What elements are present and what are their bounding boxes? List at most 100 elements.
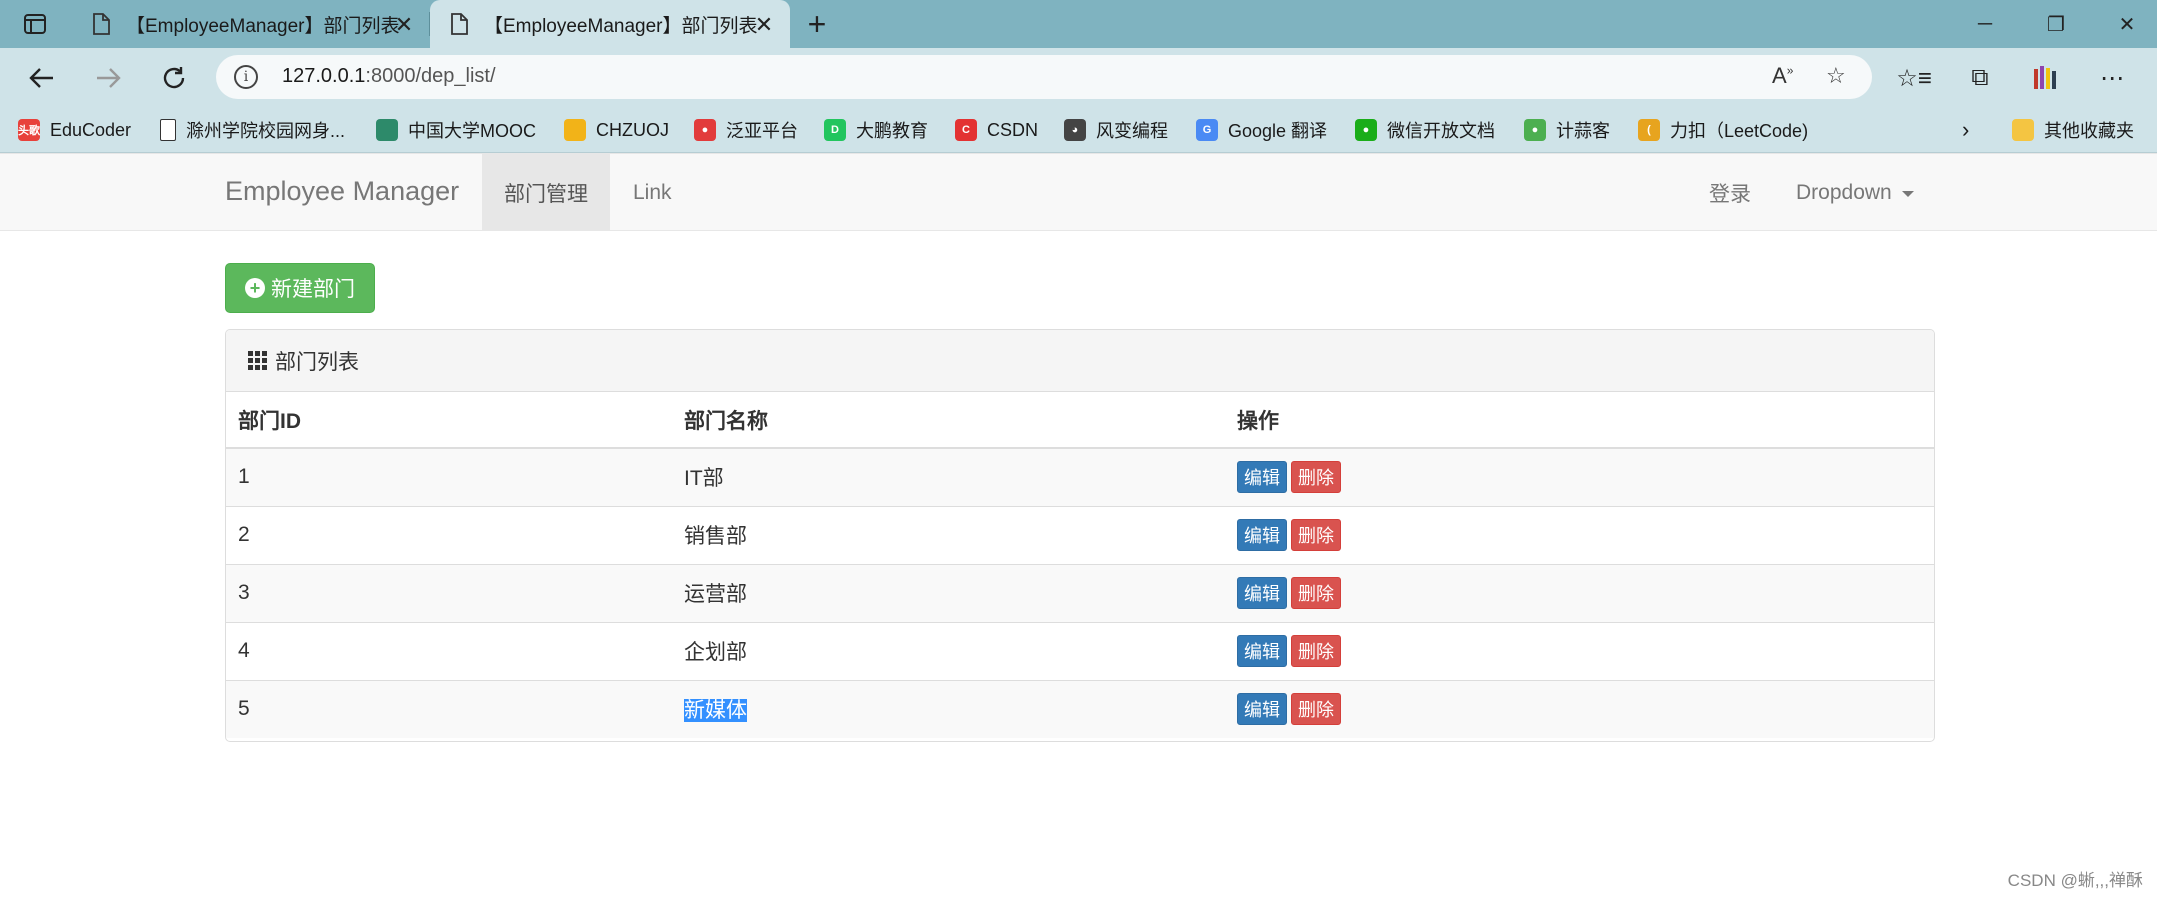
other-bookmarks-folder[interactable]: 其他收藏夹 <box>2012 116 2134 144</box>
browser-title-bar: 【EmployeeManager】部门列表 ✕ 【EmployeeManager… <box>0 0 2157 48</box>
forward-button[interactable] <box>90 60 126 96</box>
collections-icon[interactable]: ⧉ <box>1962 60 1998 96</box>
forward-arrow-icon <box>97 68 121 88</box>
cell-department-name-wrap: 企划部 <box>672 621 1225 680</box>
navbar-brand[interactable]: Employee Manager <box>225 176 459 207</box>
bookmark-item[interactable]: D 大鹏教育 <box>824 116 928 144</box>
cell-department-name: 销售部 <box>684 525 747 548</box>
bookmark-label: 微信开放文档 <box>1387 121 1495 141</box>
new-department-button[interactable]: + 新建部门 <box>225 263 375 313</box>
plus-circle-icon: + <box>245 278 265 298</box>
browser-tab-1[interactable]: 【EmployeeManager】部门列表 ✕ <box>72 0 430 48</box>
delete-button[interactable]: 删除 <box>1291 635 1341 667</box>
delete-button[interactable]: 删除 <box>1291 693 1341 726</box>
bookmark-item[interactable]: 滁州学院校园网身... <box>160 116 345 144</box>
nav-item-link[interactable]: Link <box>611 154 694 231</box>
table-row: 4 企划部 编辑 删除 <box>226 621 1934 680</box>
close-tab-icon[interactable]: ✕ <box>752 12 776 38</box>
bookmark-label: 泛亚平台 <box>726 121 798 141</box>
cell-actions: 编辑 删除 <box>1225 679 1934 738</box>
profile-avatar-icon[interactable] <box>2028 60 2064 96</box>
cell-actions: 编辑 删除 <box>1225 505 1934 564</box>
table-row: 2 销售部 编辑 删除 <box>226 505 1934 564</box>
bookmark-label: 力扣（LeetCode) <box>1670 121 1809 141</box>
tab-actions-button[interactable] <box>18 10 52 38</box>
table-header-row: 部门ID 部门名称 操作 <box>226 392 1934 449</box>
restore-button[interactable]: ❐ <box>2026 8 2086 40</box>
bookmark-item[interactable]: ● 泛亚平台 <box>694 116 798 144</box>
bookmark-item[interactable]: CHZUOJ <box>564 116 669 144</box>
bookmark-item[interactable]: 头歌 EduCoder <box>18 116 131 144</box>
page-icon <box>160 119 176 141</box>
edit-button[interactable]: 编辑 <box>1237 693 1287 726</box>
bookmark-item[interactable]: ● 计蒜客 <box>1524 116 1610 144</box>
cell-department-name-wrap: 运营部 <box>672 563 1225 622</box>
read-aloud-icon[interactable]: A» <box>1772 63 1793 89</box>
leetcode-icon: ( <box>1638 119 1660 141</box>
close-window-button[interactable]: ✕ <box>2097 8 2157 40</box>
chevron-right-icon[interactable]: › <box>1962 116 1969 144</box>
more-menu-icon[interactable]: ⋯ <box>2094 60 2130 96</box>
bookmark-item[interactable]: G Google 翻译 <box>1196 116 1327 144</box>
edit-button[interactable]: 编辑 <box>1237 461 1287 494</box>
cell-department-name-wrap: 新媒体 <box>672 679 1225 738</box>
dropdown-label: Dropdown <box>1796 180 1892 204</box>
nav-item-department-management[interactable]: 部门管理 <box>482 154 610 231</box>
column-header-id: 部门ID <box>226 392 672 449</box>
site-navbar: Employee Manager 部门管理 Link 登录 Dropdown <box>0 153 2157 231</box>
cell-department-name: 运营部 <box>684 583 747 606</box>
cell-actions: 编辑 删除 <box>1225 563 1934 622</box>
department-list-panel: 部门列表 部门ID 部门名称 操作 1 IT部 编辑 删除 2 销售部 编辑 删除 3 运营部 编辑… <box>225 329 1935 742</box>
browser-toolbar: i 127.0.0.1:8000/dep_list/ A» ☆ ☆≡ ⧉ ⋯ <box>0 48 2157 107</box>
cell-department-name: 新媒体 <box>684 699 747 723</box>
close-tab-icon[interactable]: ✕ <box>392 12 416 38</box>
delete-button[interactable]: 删除 <box>1291 577 1341 609</box>
bookmark-label: 计蒜客 <box>1556 121 1610 141</box>
url-text[interactable]: 127.0.0.1:8000/dep_list/ <box>282 65 496 88</box>
other-bookmarks-label: 其他收藏夹 <box>2044 121 2134 141</box>
column-header-actions: 操作 <box>1225 392 1934 449</box>
bookmark-label: 滁州学院校园网身... <box>186 121 346 141</box>
new-tab-button[interactable]: + <box>800 6 834 43</box>
dapeng-icon: D <box>824 119 846 141</box>
bookmark-item[interactable]: ( 力扣（LeetCode) <box>1638 116 1808 144</box>
cell-department-id: 3 <box>226 563 672 622</box>
cell-department-name-wrap: 销售部 <box>672 505 1225 564</box>
educoder-icon: 头歌 <box>18 119 40 141</box>
bookmark-item[interactable]: ◕ 风变编程 <box>1064 116 1168 144</box>
url-path: :8000/dep_list/ <box>365 65 496 87</box>
delete-button[interactable]: 删除 <box>1291 461 1341 494</box>
edit-button[interactable]: 编辑 <box>1237 635 1287 667</box>
browser-tab-2-active[interactable]: 【EmployeeManager】部门列表 ✕ <box>430 0 790 48</box>
column-header-name: 部门名称 <box>672 392 1225 449</box>
panel-title: 部门列表 <box>275 350 359 374</box>
bookmark-item[interactable]: 中国大学MOOC <box>376 116 536 144</box>
folder-icon <box>2012 119 2034 141</box>
edit-button[interactable]: 编辑 <box>1237 577 1287 609</box>
bookmark-label: 风变编程 <box>1096 121 1168 141</box>
delete-button[interactable]: 删除 <box>1291 519 1341 551</box>
page-icon <box>448 11 470 37</box>
bookmark-item[interactable]: ● 微信开放文档 <box>1355 116 1495 144</box>
table-row: 5 新媒体 编辑 删除 <box>226 679 1934 738</box>
cell-department-id: 1 <box>226 447 672 506</box>
nav-item-login[interactable]: 登录 <box>1687 154 1773 231</box>
reload-icon <box>163 67 185 89</box>
back-arrow-icon <box>29 68 53 88</box>
nav-dropdown[interactable]: Dropdown <box>1774 154 1936 231</box>
back-button[interactable] <box>24 60 60 96</box>
new-department-label: 新建部门 <box>271 278 355 301</box>
google-translate-icon: G <box>1196 119 1218 141</box>
add-favorite-icon[interactable]: ☆ <box>1826 63 1846 89</box>
cell-department-name-wrap: IT部 <box>672 447 1225 506</box>
edit-button[interactable]: 编辑 <box>1237 519 1287 551</box>
site-info-icon[interactable]: i <box>234 65 258 89</box>
watermark: CSDN @蜥,,,禅酥 <box>2007 871 2143 890</box>
bookmark-label: Google 翻译 <box>1228 121 1328 141</box>
cell-actions: 编辑 删除 <box>1225 447 1934 506</box>
favorites-icon[interactable]: ☆≡ <box>1896 60 1932 96</box>
bookmark-item[interactable]: C CSDN <box>955 116 1038 144</box>
reload-button[interactable] <box>156 60 192 96</box>
minimize-button[interactable]: ─ <box>1955 8 2015 40</box>
address-bar[interactable]: i 127.0.0.1:8000/dep_list/ A» ☆ <box>216 55 1872 99</box>
